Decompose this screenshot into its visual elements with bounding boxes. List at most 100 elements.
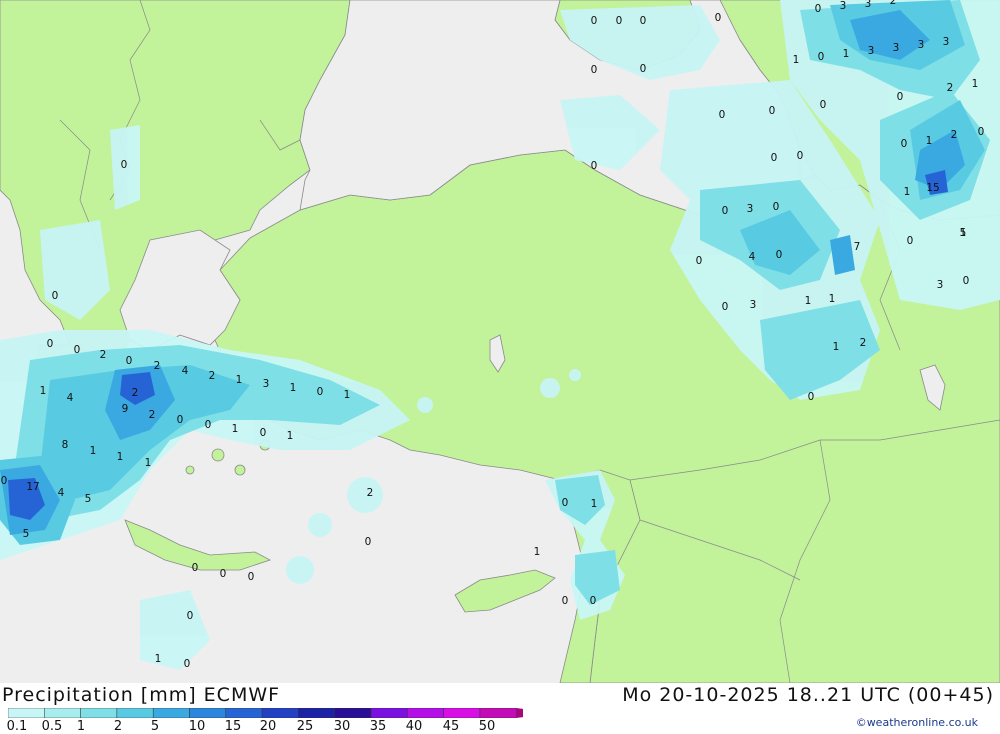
precip-value-label: 0 xyxy=(616,15,623,27)
precip-value-label: 0 xyxy=(177,414,184,426)
legend-tick-label: 50 xyxy=(478,719,496,734)
land-island-2 xyxy=(234,464,246,476)
legend-tick-label: 35 xyxy=(369,719,387,734)
precip-value-label: 0 xyxy=(897,91,904,103)
precip-value-label: 2 xyxy=(860,337,867,349)
precip-value-label: 0 xyxy=(220,568,227,580)
precip-value-label: 0 xyxy=(562,595,569,607)
precip-value-label: 0 xyxy=(907,235,914,247)
precip-value-label: 0 xyxy=(808,391,815,403)
legend-swatch xyxy=(298,708,335,718)
precipitation-map: 0 0 0 00 3 3 20 01 0 1 3 3 3 302 100 00 02 00 100 01 1503015… xyxy=(0,0,1000,683)
precip-value-label: 0 xyxy=(47,338,54,350)
legend-tick-label: 5 xyxy=(150,719,160,734)
precip-value-label: 15 xyxy=(926,182,939,194)
legend-swatch xyxy=(334,708,372,718)
precip-value-label: 5 xyxy=(960,227,967,239)
legend-tick-label: 45 xyxy=(442,719,460,734)
precip-value-label: 1 xyxy=(534,546,541,558)
precip-value-label: 0 xyxy=(719,109,726,121)
legend-tick-label: 0.5 xyxy=(41,719,63,734)
precip-value-label: 0 xyxy=(591,64,598,76)
precip-value-label: 0 xyxy=(773,201,780,213)
land-island-5 xyxy=(185,465,195,475)
legend-swatch xyxy=(443,708,481,718)
precip-value-label: 3 xyxy=(750,299,757,311)
legend-arrow xyxy=(516,708,523,718)
legend-swatch xyxy=(407,708,444,718)
precip-value-label: 0 xyxy=(820,99,827,111)
precip-value-label: 1 xyxy=(287,430,294,442)
precip-value-label: 1 xyxy=(904,186,911,198)
legend-swatch xyxy=(225,708,263,718)
precip-value-label: 0 xyxy=(591,160,598,172)
precip-value-label: 4 xyxy=(67,392,74,404)
legend-swatch xyxy=(189,708,227,718)
precip-value-label: 3 xyxy=(263,378,270,390)
precip-value-label: 0 xyxy=(205,419,212,431)
precip-value-label: 0 xyxy=(1,475,8,487)
precip-value-label: 3 xyxy=(943,36,950,48)
precip-value-label: 9 xyxy=(122,403,129,415)
legend-swatch xyxy=(44,708,81,718)
land-island-1 xyxy=(211,448,225,462)
precip-value-label: 5 xyxy=(23,528,30,540)
precip-value-label: 0 xyxy=(591,15,598,27)
precip-value-label: 1 xyxy=(290,382,297,394)
precip-value-label: 3 xyxy=(840,0,847,12)
precip-value-label: 4 xyxy=(182,365,189,377)
precip-value-label: 0 xyxy=(187,610,194,622)
precip-value-label: 2 xyxy=(149,409,156,421)
precip-value-label: 0 xyxy=(184,658,191,670)
precip-value-label: 3 xyxy=(893,42,900,54)
precip-value-label: 1 xyxy=(805,295,812,307)
precip-value-label: 0 xyxy=(978,126,985,138)
legend-tick-label: 20 xyxy=(259,719,277,734)
legend-tick-label: 2 xyxy=(113,719,123,734)
precip-value-label: 0 xyxy=(815,3,822,15)
precip-value-label: 3 xyxy=(865,0,872,10)
precip-value-label: 1 xyxy=(90,445,97,457)
precip-value-label: 1 xyxy=(833,341,840,353)
precip-value-label: 0 xyxy=(74,344,81,356)
precip-value-label: 0 xyxy=(248,571,255,583)
precip-value-label: 0 xyxy=(722,301,729,313)
precip-value-label: 1 xyxy=(972,78,979,90)
precip-value-label: 0 xyxy=(715,12,722,24)
precip-value-label: 1 xyxy=(155,653,162,665)
precip-color-legend xyxy=(8,708,523,718)
precip-value-label: 0 xyxy=(121,159,128,171)
precip-value-label: 0 xyxy=(776,249,783,261)
precip-value-label: 0 xyxy=(901,138,908,150)
map-title: Precipitation [mm] ECMWF xyxy=(2,684,281,706)
precip-value-label: 2 xyxy=(154,360,161,372)
precip-value-label: 2 xyxy=(367,487,374,499)
precip-value-label: 0 xyxy=(771,152,778,164)
precip-value-label: 0 xyxy=(260,427,267,439)
precip-value-label: 0 xyxy=(797,150,804,162)
legend-swatch xyxy=(370,708,408,718)
legend-swatch xyxy=(261,708,299,718)
precip-value-label: 7 xyxy=(854,241,861,253)
precip-value-label: 1 xyxy=(145,457,152,469)
precip-value-label: 0 xyxy=(769,105,776,117)
legend-swatch xyxy=(479,708,517,718)
credit-text: ©weatheronline.co.uk xyxy=(855,716,978,729)
legend-swatch xyxy=(8,708,45,718)
precip-value-label: 0 xyxy=(317,386,324,398)
precip-value-label: 1 xyxy=(117,451,124,463)
valid-time: Mo 20-10-2025 18..21 UTC (00+45) xyxy=(622,684,994,706)
precip-value-label: 8 xyxy=(62,439,69,451)
precip-value-label: 3 xyxy=(747,203,754,215)
legend-tick-label: 0.1 xyxy=(6,719,28,734)
legend-swatch xyxy=(116,708,154,718)
precip-value-label: 2 xyxy=(132,387,139,399)
precip-value-label: 1 xyxy=(926,135,933,147)
precip-value-label: 1 xyxy=(591,498,598,510)
precip-value-label: 1 xyxy=(40,385,47,397)
precip-value-label: 0 xyxy=(696,255,703,267)
precip-value-label: 5 xyxy=(85,493,92,505)
precip-value-label: 2 xyxy=(951,129,958,141)
precip-value-label: 3 xyxy=(868,45,875,57)
legend-swatch xyxy=(152,708,190,718)
